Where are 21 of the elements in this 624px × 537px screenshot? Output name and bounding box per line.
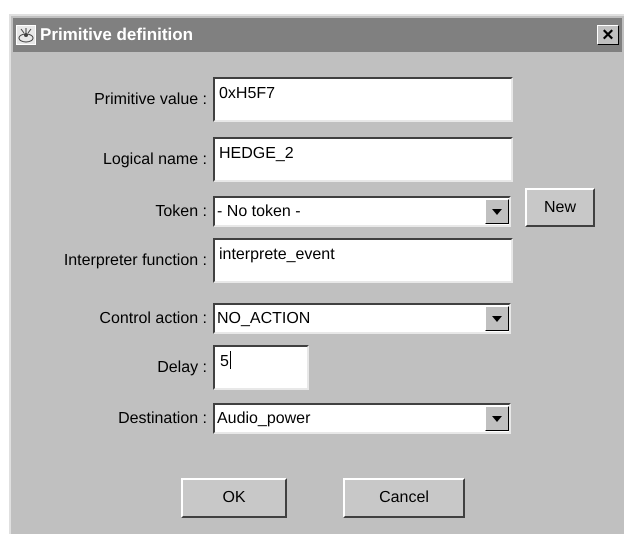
- close-button[interactable]: ×: [597, 25, 619, 45]
- field-label: Delay :: [157, 358, 207, 376]
- cancel-button[interactable]: Cancel: [343, 478, 465, 518]
- text-field[interactable]: 5: [213, 345, 309, 390]
- window-title: Primitive definition: [40, 24, 194, 46]
- new-button[interactable]: New: [525, 188, 595, 227]
- text-field[interactable]: HEDGE_2: [213, 137, 513, 182]
- text-field[interactable]: interprete_event: [213, 238, 513, 283]
- field-label: Interpreter function :: [64, 252, 207, 268]
- field-label: Control action :: [99, 310, 207, 326]
- dropdown[interactable]: Audio_power: [213, 403, 511, 434]
- dropdown[interactable]: - No token -: [213, 196, 511, 227]
- app-icon: [16, 25, 36, 45]
- field-label: Destination :: [118, 410, 207, 426]
- ok-button[interactable]: OK: [181, 478, 287, 518]
- text-cursor: [230, 351, 231, 369]
- field-label: Token :: [155, 202, 207, 220]
- dropdown[interactable]: NO_ACTION: [213, 303, 511, 334]
- text-field[interactable]: 0xH5F7: [213, 77, 513, 122]
- field-label: Logical name :: [102, 150, 207, 168]
- field-label: Primitive value :: [94, 90, 207, 108]
